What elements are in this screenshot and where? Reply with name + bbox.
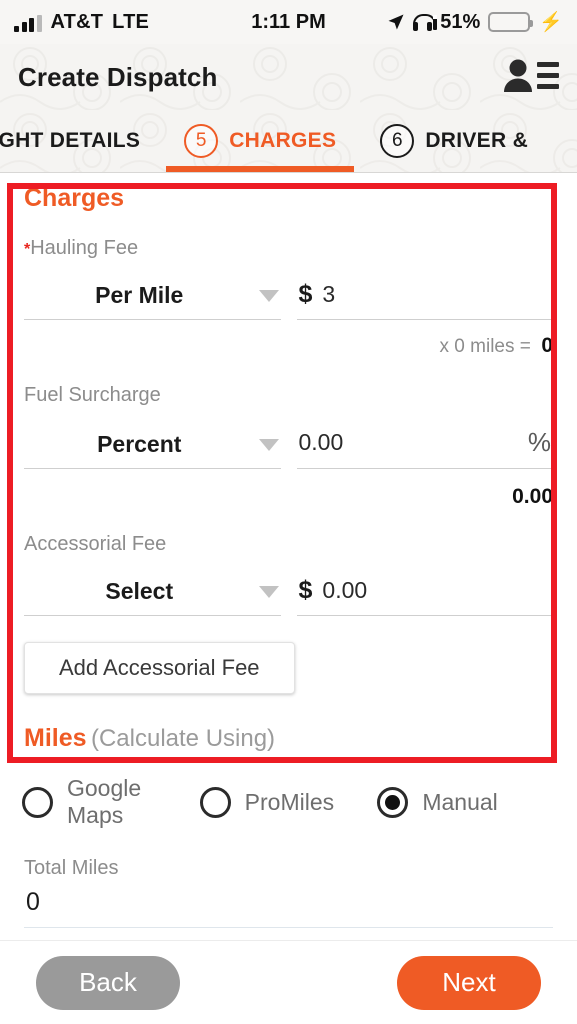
fuel-surcharge-label: Fuel Surcharge	[24, 384, 161, 406]
accessorial-fee-row: Select $ 0.00	[0, 556, 577, 616]
radio-option-promiles[interactable]: ProMiles	[199, 786, 378, 818]
miles-section-subtitle: (Calculate Using)	[90, 725, 276, 752]
wizard-footer: Back Next	[0, 940, 577, 1024]
network-type-label: LTE	[112, 11, 150, 33]
accessorial-fee-amount-input[interactable]: $ 0.00	[296, 570, 553, 616]
hauling-fee-calc-total: 0	[541, 334, 553, 357]
form-content: Charges *Hauling Fee Per Mile $ 3 x 0 mi…	[0, 174, 577, 940]
total-miles-input[interactable]: 0	[24, 880, 553, 928]
fuel-surcharge-rate-type-value: Percent	[97, 431, 182, 457]
battery-icon	[488, 12, 534, 32]
total-miles-field: Total Miles 0	[0, 829, 577, 928]
chevron-down-icon	[258, 585, 279, 598]
next-button[interactable]: Next	[397, 955, 541, 1010]
hauling-fee-calc-text: x 0 miles =	[439, 336, 531, 357]
accessorial-fee-amount-value: 0.00	[322, 577, 368, 603]
status-bar: AT&T LTE 1:11 PM 51% ⚡	[0, 0, 577, 44]
radio-circle-manual[interactable]	[377, 786, 409, 818]
miles-section-title: Miles	[24, 724, 87, 752]
accessorial-fee-type-cell: Select	[24, 572, 281, 616]
app-screen: AT&T LTE 1:11 PM 51% ⚡ Create Dispatch G…	[0, 0, 577, 1024]
fuel-surcharge-rate-type-select[interactable]: Percent	[24, 425, 281, 469]
tab-number-driver: 6	[380, 124, 415, 158]
fuel-surcharge-label-row: Fuel Surcharge	[0, 358, 577, 407]
hauling-fee-amount-cell: $ 3	[296, 274, 553, 320]
tab-label-charges: CHARGES	[229, 129, 337, 152]
chevron-down-icon	[258, 289, 279, 302]
radio-label-manual: Manual	[422, 788, 498, 815]
accessorial-fee-type-value: Select	[105, 578, 174, 604]
miles-section-header: Miles (Calculate Using)	[0, 694, 577, 753]
chevron-down-icon	[258, 438, 279, 451]
carrier-label: AT&T	[50, 11, 104, 33]
status-bar-right: 51% ⚡	[387, 11, 563, 34]
add-accessorial-fee-button[interactable]: Add Accessorial Fee	[24, 642, 295, 694]
page-title: Create Dispatch	[18, 61, 218, 92]
accessorial-fee-label-cell: Accessorial Fee	[24, 533, 553, 556]
radio-option-google-maps[interactable]: Google Maps	[22, 775, 200, 829]
tab-freight-details[interactable]: EIGHT DETAILS	[0, 110, 162, 172]
signal-bars-icon	[14, 15, 42, 32]
hauling-fee-row: Per Mile $ 3	[0, 260, 577, 320]
radio-circle-google-maps[interactable]	[22, 786, 53, 818]
status-bar-left: AT&T LTE	[14, 12, 149, 32]
headphones-icon	[413, 13, 438, 31]
app-header: Create Dispatch	[0, 44, 577, 110]
hauling-fee-rate-type-select[interactable]: Per Mile	[24, 276, 281, 320]
back-button[interactable]: Back	[36, 955, 180, 1010]
fuel-surcharge-amount-input[interactable]: 0.00 %	[296, 421, 553, 469]
fuel-surcharge-amount-cell: 0.00 %	[296, 421, 553, 469]
radio-label-promiles: ProMiles	[244, 788, 335, 815]
accessorial-fee-amount-cell: $ 0.00	[296, 570, 553, 616]
total-miles-label: Total Miles	[24, 857, 119, 879]
hauling-fee-amount-value: 3	[322, 281, 336, 307]
hauling-fee-amount-input[interactable]: $ 3	[296, 274, 553, 320]
percent-symbol: %	[527, 427, 551, 457]
accessorial-fee-type-select[interactable]: Select	[24, 572, 281, 616]
charges-section-title: Charges	[24, 184, 125, 212]
wizard-step-tabs[interactable]: EIGHT DETAILS 5 CHARGES 6 DRIVER &	[0, 110, 577, 173]
charges-section-header: Charges	[0, 174, 577, 213]
tab-driver[interactable]: 6 DRIVER &	[358, 110, 550, 172]
hauling-fee-label-row: *Hauling Fee	[0, 213, 577, 260]
radio-label-google-maps: Google Maps	[67, 775, 142, 828]
battery-percent-label: 51%	[440, 10, 481, 33]
radio-circle-promiles[interactable]	[199, 786, 231, 818]
radio-dot-manual	[385, 794, 401, 810]
fuel-surcharge-total: 0.00	[512, 485, 553, 508]
currency-symbol: $	[298, 280, 313, 308]
contacts-list-icon[interactable]	[501, 57, 559, 97]
fuel-surcharge-row: Percent 0.00 %	[0, 407, 577, 469]
fuel-surcharge-type-cell: Percent	[24, 425, 281, 469]
accessorial-fee-label: Accessorial Fee	[24, 533, 167, 555]
fuel-surcharge-label-cell: Fuel Surcharge	[24, 384, 553, 407]
currency-symbol: $	[298, 576, 313, 604]
hauling-fee-type-cell: Per Mile	[24, 276, 281, 320]
hauling-fee-calculation: x 0 miles = 0	[0, 320, 577, 358]
hauling-fee-rate-type-value: Per Mile	[95, 282, 184, 308]
fuel-surcharge-amount-value: 0.00	[298, 429, 344, 455]
tab-number-charges: 5	[184, 124, 219, 158]
miles-calculation-method-group[interactable]: Google Maps ProMiles Manual	[0, 775, 577, 829]
charging-bolt-icon: ⚡	[539, 11, 563, 33]
hauling-fee-label-cell: *Hauling Fee	[24, 237, 553, 260]
hauling-fee-label: Hauling Fee	[30, 237, 139, 259]
accessorial-fee-label-row: Accessorial Fee	[0, 509, 577, 556]
tab-label-freight-details: EIGHT DETAILS	[0, 129, 141, 152]
location-arrow-icon	[388, 14, 404, 30]
tab-label-driver: DRIVER &	[425, 129, 529, 152]
tab-charges[interactable]: 5 CHARGES	[162, 110, 358, 172]
radio-option-manual[interactable]: Manual	[377, 786, 555, 818]
